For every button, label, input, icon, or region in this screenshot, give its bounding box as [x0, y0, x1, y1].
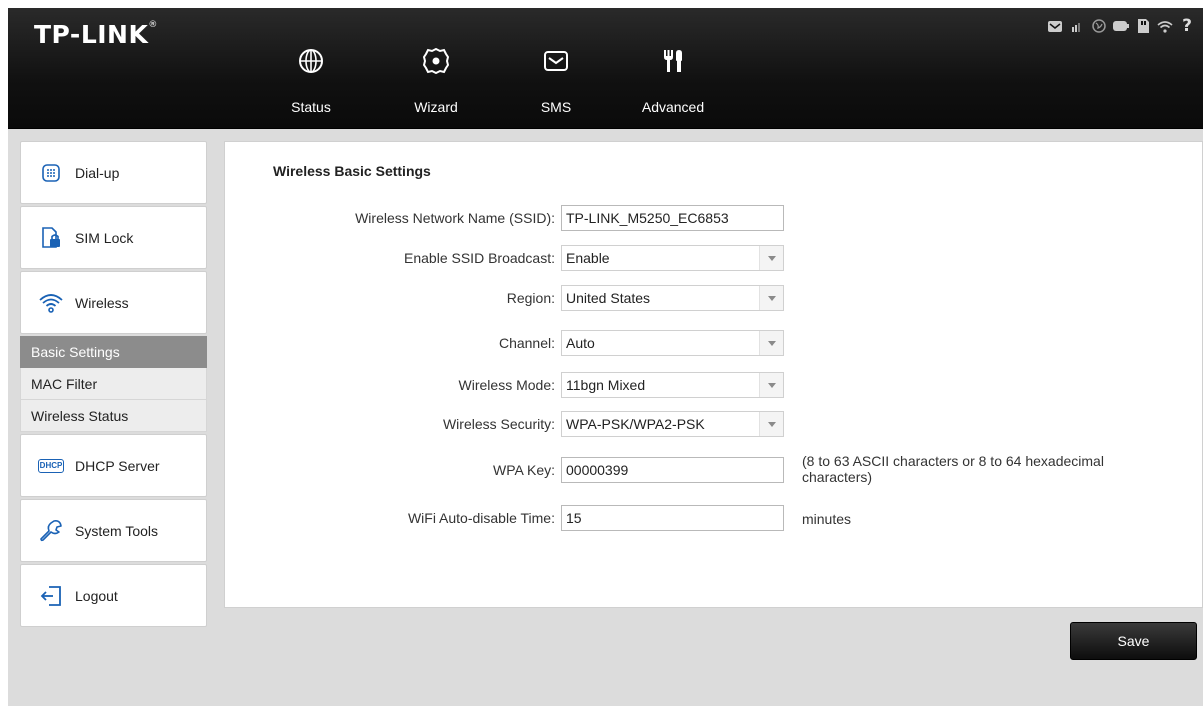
sidebar-item-label: SIM Lock — [75, 229, 134, 246]
sidebar-item-sim-lock[interactable]: SIM Lock — [20, 206, 207, 269]
dropdown-arrow-icon — [759, 373, 783, 397]
nav-sms-label: SMS — [540, 99, 572, 115]
region-select[interactable]: United States — [561, 285, 784, 311]
wireless-mode-select[interactable]: 11bgn Mixed — [561, 372, 784, 398]
dropdown-arrow-icon — [759, 331, 783, 355]
ssid-broadcast-label: Enable SSID Broadcast: — [404, 250, 555, 266]
wireless-security-row: Wireless Security: WPA-PSK/WPA2-PSK — [225, 410, 784, 438]
ssid-input[interactable] — [561, 205, 784, 231]
wifi-icon — [1157, 18, 1173, 34]
nav-advanced-label: Advanced — [641, 99, 705, 115]
sim-lock-icon — [39, 226, 63, 250]
sidebar-subitem-wireless-status[interactable]: Wireless Status — [20, 400, 207, 432]
envelope-icon — [544, 51, 568, 71]
settings-panel: Wireless Basic Settings Wireless Network… — [224, 141, 1203, 608]
ssid-broadcast-row: Enable SSID Broadcast: Enable — [225, 244, 784, 272]
sidebar-item-system-tools[interactable]: System Tools — [20, 499, 207, 562]
channel-select[interactable]: Auto — [561, 330, 784, 356]
wpa-key-row: WPA Key: — [225, 456, 784, 484]
dhcp-icon: DHCP — [37, 454, 65, 478]
signal-icon — [1069, 18, 1085, 34]
sidebar-item-label: Logout — [75, 587, 118, 604]
wireless-security-select[interactable]: WPA-PSK/WPA2-PSK — [561, 411, 784, 437]
channel-row: Channel: Auto — [225, 329, 784, 357]
auto-disable-label: WiFi Auto-disable Time: — [407, 510, 555, 526]
nav-wizard-label: Wizard — [414, 99, 458, 115]
wpa-key-hint: (8 to 63 ASCII characters or 8 to 64 hex… — [802, 453, 1104, 485]
channel-label: Channel: — [498, 335, 555, 351]
nav-advanced[interactable]: Advanced — [633, 48, 713, 115]
ssid-broadcast-select[interactable]: Enable — [561, 245, 784, 271]
sidebar-subitem-mac-filter[interactable]: MAC Filter — [20, 368, 207, 400]
sim-card-icon — [1135, 18, 1151, 34]
nav-sms[interactable]: SMS — [516, 48, 596, 115]
wrench-icon — [39, 519, 63, 543]
auto-disable-unit: minutes — [802, 511, 852, 527]
auto-disable-input[interactable] — [561, 505, 784, 531]
page-title: Wireless Basic Settings — [273, 163, 431, 179]
wireless-security-label: Wireless Security: — [442, 416, 555, 432]
logout-icon — [39, 584, 63, 608]
advanced-tools-icon — [664, 50, 682, 72]
wpa-key-input[interactable] — [561, 457, 784, 483]
sidebar-item-logout[interactable]: Logout — [20, 564, 207, 627]
sidebar: Dial-up SIM Lock Wireless Basic Settings… — [20, 141, 207, 629]
wireless-mode-row: Wireless Mode: 11bgn Mixed — [225, 371, 784, 399]
wpa-key-label: WPA Key: — [493, 462, 555, 478]
sidebar-item-dhcp-server[interactable]: DHCP DHCP Server — [20, 434, 207, 497]
region-label: Region: — [506, 290, 555, 306]
dropdown-arrow-icon — [759, 286, 783, 310]
nav-status-label: Status — [291, 99, 331, 115]
auto-disable-row: WiFi Auto-disable Time: — [225, 504, 784, 532]
sidebar-item-label: DHCP Server — [75, 457, 160, 474]
nav-wizard[interactable]: Wizard — [396, 48, 476, 115]
ssid-row: Wireless Network Name (SSID): — [225, 204, 784, 232]
status-icons: ? — [1047, 16, 1195, 36]
dropdown-arrow-icon — [759, 246, 783, 270]
wireless-icon — [39, 291, 63, 315]
sidebar-item-wireless[interactable]: Wireless — [20, 271, 207, 334]
wizard-gear-icon — [423, 48, 449, 74]
wireless-mode-label: Wireless Mode: — [458, 377, 555, 393]
sidebar-subitem-basic-settings[interactable]: Basic Settings — [20, 336, 207, 368]
sidebar-item-dial-up[interactable]: Dial-up — [20, 141, 207, 204]
help-icon[interactable]: ? — [1179, 16, 1195, 36]
sidebar-item-label: Wireless — [75, 294, 129, 311]
dialpad-icon — [39, 161, 63, 185]
tp-link-logo: TP-LINK® — [34, 20, 158, 49]
sidebar-item-label: System Tools — [75, 522, 158, 539]
nav-status[interactable]: Status — [271, 48, 351, 115]
top-header: TP-LINK® Status Wizard SMS Advanced ? — [8, 8, 1203, 129]
globe-icon — [299, 49, 323, 73]
save-button[interactable]: Save — [1070, 622, 1197, 660]
dropdown-arrow-icon — [759, 412, 783, 436]
region-row: Region: United States — [225, 284, 784, 312]
internet-icon — [1091, 18, 1107, 34]
sms-status-icon[interactable] — [1047, 18, 1063, 34]
router-admin-window: TP-LINK® Status Wizard SMS Advanced ? Di… — [8, 8, 1203, 706]
ssid-label: Wireless Network Name (SSID): — [355, 210, 555, 226]
sidebar-item-label: Dial-up — [75, 164, 120, 181]
wireless-submenu: Basic Settings MAC Filter Wireless Statu… — [20, 336, 207, 432]
battery-icon — [1113, 18, 1129, 34]
